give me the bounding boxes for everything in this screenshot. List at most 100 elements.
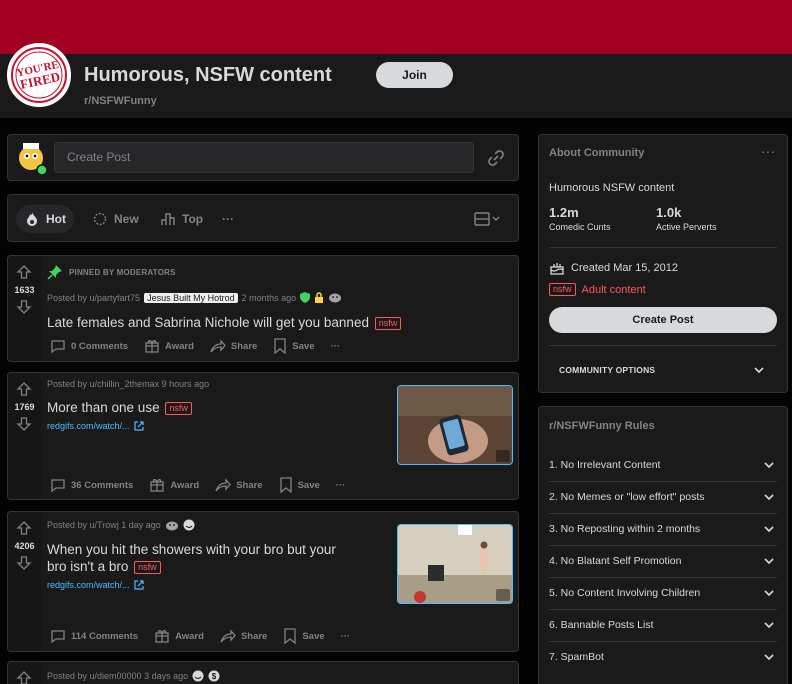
- post-more-button[interactable]: ···: [330, 341, 340, 352]
- post-thumbnail[interactable]: [397, 385, 513, 465]
- post-card-pinned[interactable]: 1633 PINNED BY MODERATORS Posted by u/pa…: [7, 255, 519, 362]
- sort-top-tab[interactable]: Top: [152, 205, 211, 233]
- award-button[interactable]: Award: [154, 628, 204, 644]
- sort-new-tab[interactable]: New: [84, 205, 147, 233]
- downvote-icon[interactable]: [16, 555, 32, 571]
- comments-button[interactable]: 0 Comments: [50, 338, 128, 354]
- subreddit-name: r/NSFWFunny: [84, 95, 157, 107]
- comments-button[interactable]: 36 Comments: [50, 477, 133, 493]
- post-more-button[interactable]: ···: [336, 480, 346, 491]
- layout-icon: [474, 211, 500, 227]
- post-link-text: redgifs.com/watch/...: [47, 421, 130, 431]
- downvote-icon[interactable]: [16, 299, 32, 315]
- rule-item[interactable]: 7. SpamBot: [549, 642, 777, 674]
- chevron-down-icon: [763, 555, 775, 570]
- share-button[interactable]: Share: [220, 628, 267, 644]
- sort-hot-tab[interactable]: Hot: [16, 205, 74, 233]
- about-more-button[interactable]: ···: [761, 143, 775, 159]
- vote-score: 1769: [14, 402, 35, 412]
- external-link-icon: [133, 580, 144, 590]
- post-title-text: More than one use: [47, 400, 160, 415]
- user-avatar[interactable]: [15, 140, 51, 176]
- post-meta: Posted by u/Trowj 1 day ago: [47, 519, 195, 531]
- award-button[interactable]: Award: [144, 338, 194, 354]
- share-icon: [210, 338, 226, 354]
- post-link[interactable]: redgifs.com/watch/...: [47, 580, 144, 590]
- lock-icon: [314, 292, 324, 303]
- downvote-icon[interactable]: [16, 416, 32, 432]
- post-title[interactable]: Late females and Sabrina Nichole will ge…: [47, 314, 402, 331]
- award-label: Award: [175, 630, 204, 642]
- user-flair: Jesus Built My Hotrod: [144, 292, 238, 303]
- view-layout-button[interactable]: [466, 205, 508, 233]
- online-count: 1.0k: [656, 205, 682, 220]
- award-button[interactable]: Award: [149, 477, 199, 493]
- create-post-button[interactable]: Create Post: [549, 307, 777, 333]
- members-count: 1.2m: [549, 205, 579, 220]
- join-button[interactable]: Join: [376, 62, 453, 88]
- posted-by[interactable]: Posted by u/partyfart75: [47, 293, 140, 303]
- gift-icon: [144, 338, 160, 354]
- post-thumbnail[interactable]: [397, 524, 513, 604]
- save-button[interactable]: Save: [273, 338, 314, 354]
- chevron-down-icon[interactable]: [753, 363, 765, 381]
- rule-item[interactable]: 3. No Reposting within 2 months: [549, 514, 777, 546]
- upvote-icon[interactable]: [16, 520, 32, 536]
- nsfw-tag: nsfw: [549, 283, 576, 296]
- link-icon[interactable]: [486, 148, 506, 168]
- save-button[interactable]: Save: [279, 477, 320, 493]
- post-card[interactable]: 1769 Posted by u/chillin_2themax 9 hours…: [7, 372, 519, 500]
- comments-label: 36 Comments: [71, 479, 134, 491]
- chevron-down-icon: [763, 491, 775, 506]
- coin-icon: $: [208, 670, 220, 682]
- post-card[interactable]: 4206 Posted by u/Trowj 1 day ago When yo…: [7, 511, 519, 652]
- rule-item[interactable]: 4. No Blatant Self Promotion: [549, 546, 777, 578]
- sort-hot-label: Hot: [46, 212, 66, 226]
- posted-by[interactable]: Posted by u/chillin_2themax 9 hours ago: [47, 379, 209, 389]
- rule-text: 4. No Blatant Self Promotion: [549, 555, 682, 567]
- post-more-button[interactable]: ···: [341, 631, 351, 642]
- chevron-down-icon: [763, 587, 775, 602]
- sort-more-button[interactable]: ···: [214, 205, 242, 233]
- upvote-icon[interactable]: [16, 670, 32, 684]
- upvote-icon[interactable]: [16, 381, 32, 397]
- post-link[interactable]: redgifs.com/watch/...: [47, 421, 144, 431]
- pinned-label: PINNED BY MODERATORS: [69, 267, 176, 277]
- divider: [549, 247, 777, 248]
- chevron-down-icon: [763, 619, 775, 634]
- community-title: Humorous, NSFW content: [84, 64, 332, 86]
- upvote-icon[interactable]: [16, 264, 32, 280]
- post-card[interactable]: Posted by u/diem00000 3 days ago $: [7, 661, 519, 684]
- share-button[interactable]: Share: [215, 477, 263, 493]
- share-button[interactable]: Share: [210, 338, 257, 354]
- bookmark-icon: [283, 628, 297, 644]
- post-age: 2 months ago: [241, 292, 297, 303]
- create-post-input[interactable]: Create Post: [54, 142, 474, 173]
- community-options[interactable]: COMMUNITY OPTIONS: [559, 365, 655, 375]
- post-title[interactable]: More than one use nsfw: [47, 399, 192, 416]
- posted-by[interactable]: Posted by u/Trowj 1 day ago: [47, 520, 161, 530]
- award-icon: [165, 520, 179, 531]
- sort-bar: Hot New Top ···: [7, 194, 519, 242]
- rule-item[interactable]: 6. Bannable Posts List: [549, 610, 777, 642]
- created-text: Created Mar 15, 2012: [571, 262, 679, 274]
- create-post-bar: Create Post: [7, 134, 519, 181]
- rule-item[interactable]: 1. No Irrelevant Content: [549, 450, 777, 482]
- members-label: Comedic Cunts: [549, 222, 611, 232]
- posted-by[interactable]: Posted by u/diem00000 3 days ago: [47, 671, 188, 681]
- gift-icon: [149, 477, 165, 493]
- about-community-card: About Community ··· Humorous NSFW conten…: [538, 134, 788, 393]
- save-button[interactable]: Save: [283, 628, 325, 644]
- community-avatar[interactable]: YOU'RE FIRED: [7, 43, 71, 107]
- comments-button[interactable]: 114 Comments: [50, 628, 138, 644]
- adult-content-label: Adult content: [581, 283, 646, 296]
- post-meta: Posted by u/partyfart75 Jesus Built My H…: [47, 292, 342, 303]
- rule-text: 3. No Reposting within 2 months: [549, 523, 701, 535]
- chevron-down-icon: [763, 523, 775, 538]
- rule-item[interactable]: 5. No Content Involving Children: [549, 578, 777, 610]
- laugh-award-icon: [183, 519, 195, 531]
- bookmark-icon: [273, 338, 287, 354]
- post-title[interactable]: When you hit the showers with your bro b…: [47, 541, 336, 575]
- post-title-text: Late females and Sabrina Nichole will ge…: [47, 315, 369, 330]
- rule-item[interactable]: 2. No Memes or "low effort" posts: [549, 482, 777, 514]
